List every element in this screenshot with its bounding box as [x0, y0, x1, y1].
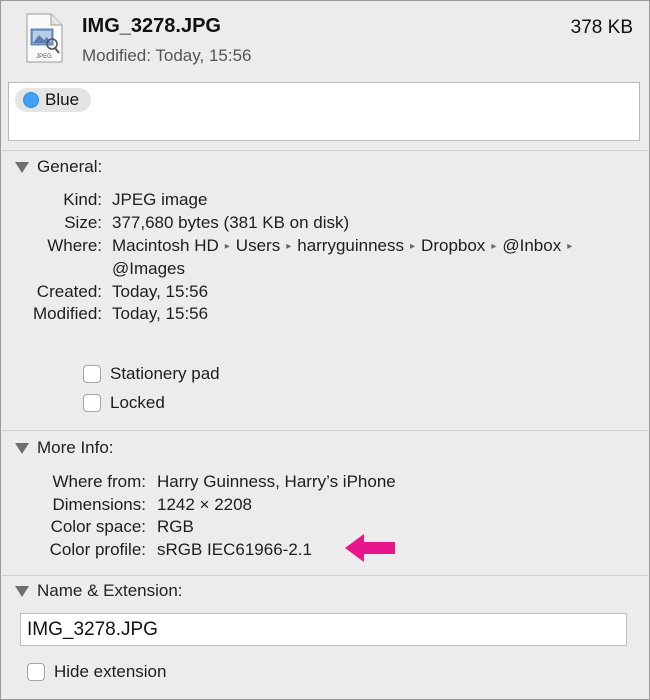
file-name: IMG_3278.JPG	[82, 15, 221, 37]
get-info-window: JPEG IMG_3278.JPG 378 KB Modified: Today…	[0, 0, 650, 700]
disclosure-triangle-icon	[15, 161, 29, 173]
hide-extension-checkbox[interactable]: Hide extension	[27, 662, 166, 682]
tags-field[interactable]: Blue	[8, 82, 640, 141]
hide-extension-label: Hide extension	[54, 662, 167, 681]
path-separator-icon: ▸	[286, 241, 292, 252]
general-section-toggle[interactable]: General:	[15, 157, 102, 177]
jpeg-icon-label: JPEG	[36, 54, 52, 60]
modified-value: Today, 15:56	[112, 304, 209, 323]
path-dropbox: Dropbox	[421, 236, 486, 255]
where-from-value: Harry Guinness, Harry’s iPhone	[157, 472, 396, 491]
blue-tag-dot-icon	[23, 92, 39, 108]
color-profile-value: sRGB IEC61966-2.1	[157, 540, 312, 559]
path-separator-icon: ▸	[491, 241, 497, 252]
more-info-section-title: More Info:	[37, 438, 114, 457]
path-inbox: @Inbox	[502, 236, 562, 255]
name-extension-section-toggle[interactable]: Name & Extension:	[15, 581, 183, 601]
path-images: @Images	[112, 259, 186, 278]
kind-value: JPEG image	[112, 190, 208, 209]
dimensions-value: 1242 × 2208	[157, 495, 253, 514]
path-separator-icon: ▸	[567, 241, 573, 252]
tag-blue[interactable]: Blue	[15, 88, 92, 112]
where-path: Macintosh HD ▸ Users ▸ harryguinness ▸ Dropbox…	[112, 236, 578, 256]
path-users: Users	[235, 236, 281, 255]
locked-checkbox[interactable]: Locked	[83, 393, 165, 413]
divider	[2, 430, 648, 431]
checkbox-box[interactable]	[83, 394, 101, 412]
color-profile-label: Color profile:	[49, 540, 146, 559]
where-label: Where:	[47, 236, 102, 255]
kind-label: Kind:	[63, 190, 102, 209]
modified-label: Modified:	[33, 304, 102, 323]
divider	[2, 575, 648, 576]
file-name-input[interactable]: IMG_3278.JPG	[20, 613, 627, 646]
disclosure-triangle-icon	[15, 585, 29, 597]
color-space-label: Color space:	[50, 517, 146, 536]
general-section-title: General:	[37, 157, 103, 176]
dimensions-label: Dimensions:	[52, 495, 146, 514]
divider	[2, 150, 648, 151]
disclosure-triangle-icon	[15, 442, 29, 454]
path-separator-icon: ▸	[224, 241, 230, 252]
checkbox-box[interactable]	[83, 365, 101, 383]
path-harryguinness: harryguinness	[297, 236, 405, 255]
jpeg-file-icon: JPEG	[26, 13, 63, 63]
tag-label: Blue	[45, 90, 80, 109]
size-value: 377,680 bytes (381 KB on disk)	[112, 213, 350, 232]
size-label: Size:	[64, 213, 102, 232]
stationery-pad-label: Stationery pad	[110, 364, 220, 383]
created-label: Created:	[36, 282, 102, 301]
color-space-value: RGB	[157, 517, 194, 536]
annotation-arrow-icon	[345, 534, 395, 562]
locked-label: Locked	[110, 393, 165, 412]
path-macintosh-hd: Macintosh HD	[112, 236, 219, 255]
more-info-section-toggle[interactable]: More Info:	[15, 438, 114, 458]
name-extension-section-title: Name & Extension:	[37, 581, 183, 600]
stationery-pad-checkbox[interactable]: Stationery pad	[83, 364, 220, 384]
created-value: Today, 15:56	[112, 282, 209, 301]
checkbox-box[interactable]	[27, 663, 45, 681]
where-from-label: Where from:	[52, 472, 146, 491]
modified-date: Modified: Today, 15:56	[82, 46, 252, 65]
file-size: 378 KB	[570, 17, 633, 38]
path-separator-icon: ▸	[410, 241, 416, 252]
